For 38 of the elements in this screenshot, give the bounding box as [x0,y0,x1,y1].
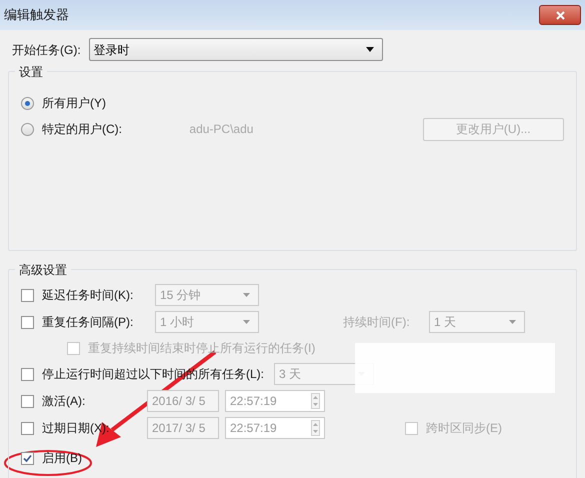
window-title: 编辑触发器 [3,6,70,24]
checkbox-label: 停止运行时间超过以下时间的所有任务(L): [42,366,264,383]
start-task-label: 开始任务(G): [11,42,81,58]
duration-label: 持续时间(F): [343,314,411,331]
caret-icon [243,293,250,297]
date-dropdown[interactable]: 2016/ 3/ 5 [147,390,219,412]
checkbox[interactable] [21,288,34,302]
checkbox[interactable] [21,394,34,408]
checkbox[interactable] [21,316,34,328]
checkbox-label: 激活(A): [42,393,86,410]
caret-icon [509,320,516,324]
user-name: adu-PC\adu [189,121,254,138]
time-field[interactable]: 22:57:19 [225,417,325,439]
date-dropdown[interactable]: 2017/ 3/ 5 [147,417,219,439]
checkbox[interactable] [405,422,418,434]
delay-dropdown[interactable]: 15 分钟 [155,284,259,306]
checkbox-label: 重复任务间隔(P): [42,314,134,331]
radio-button[interactable] [21,96,34,110]
duration-dropdown[interactable]: 1 天 [429,311,525,333]
start-task-dropdown[interactable]: 登录时 [88,38,383,61]
checkbox[interactable] [21,422,34,434]
close-button[interactable] [539,5,581,25]
radio-button[interactable] [21,122,34,136]
caret-icon [243,320,250,324]
checkbox-label: 延迟任务时间(K): [42,287,134,304]
spinner-icon [311,393,320,409]
caret-icon [366,47,374,52]
radio-label: 特定的用户(C): [42,121,123,138]
spinner-icon [311,420,320,436]
checkbox-label: 重复持续时间结束时停止所有运行的任务(I) [88,340,316,357]
checkbox[interactable] [21,368,34,380]
repeat-dropdown[interactable]: 1 小时 [155,311,259,333]
time-field[interactable]: 22:57:19 [225,390,325,412]
checkbox[interactable] [21,452,34,464]
radio-label: 所有用户(Y) [42,95,107,112]
checkbox-label: 启用(B) [42,450,82,467]
close-icon [556,10,564,20]
checkbox-label: 跨时区同步(E) [426,420,502,437]
